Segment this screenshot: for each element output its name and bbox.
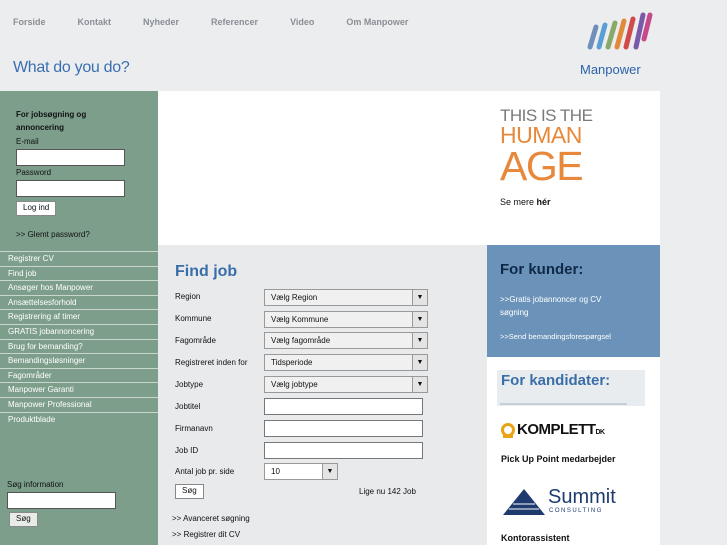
- side-menu-item[interactable]: Ansøger hos Manpower: [0, 280, 158, 295]
- chevron-down-icon: ▼: [412, 312, 427, 327]
- company-label: Firmanavn: [175, 424, 213, 433]
- nav-nyheder[interactable]: Nyheder: [143, 17, 179, 27]
- kommune-select[interactable]: Vælg Kommune ▼: [264, 311, 428, 328]
- chevron-down-icon: ▼: [412, 355, 427, 370]
- jobtype-value: Vælg jobtype: [271, 380, 318, 389]
- per-page-value: 10: [271, 467, 280, 476]
- chevron-down-icon: ▼: [412, 333, 427, 348]
- tagline: What do you do?: [13, 59, 130, 76]
- side-menu-item[interactable]: GRATIS jobannoncering: [0, 323, 158, 339]
- nav-referencer[interactable]: Referencer: [211, 17, 258, 27]
- chevron-down-icon: ▼: [412, 377, 427, 392]
- time-period-value: Tidsperiode: [271, 358, 313, 367]
- nav-video[interactable]: Video: [290, 17, 314, 27]
- per-page-label: Antal job pr. side: [175, 467, 235, 476]
- human-age-graphic[interactable]: THIS IS THE HUMAN AGE: [500, 107, 593, 189]
- advanced-search-link[interactable]: >> Avanceret søgning: [172, 514, 250, 523]
- company-input[interactable]: [264, 420, 423, 437]
- site-search-input[interactable]: [7, 492, 116, 509]
- summit-mountain-icon: [503, 489, 545, 515]
- free-job-ads-link[interactable]: >>Gratis jobannoncer og CV: [500, 295, 601, 304]
- top-navigation: Forside Kontakt Nyheder Referencer Video…: [13, 17, 440, 27]
- site-search-button[interactable]: Søg: [9, 512, 38, 527]
- find-job-title: Find job: [175, 263, 238, 280]
- job-count: Lige nu 142 Job: [359, 487, 416, 496]
- see-more-text: Se mere hér: [500, 197, 551, 207]
- login-heading-2: annoncering: [16, 123, 65, 132]
- side-menu-item[interactable]: Manpower Garanti: [0, 382, 158, 397]
- kommune-label: Kommune: [175, 314, 212, 323]
- region-label: Region: [175, 292, 201, 301]
- fagomraade-label: Fagområde: [175, 336, 216, 345]
- side-menu-item[interactable]: Registrer CV: [0, 251, 158, 266]
- region-select[interactable]: Vælg Region ▼: [264, 289, 428, 306]
- summit-name: Summit: [548, 486, 616, 508]
- site-search-label: Søg information: [7, 480, 64, 489]
- password-label: Password: [16, 168, 52, 177]
- kommune-value: Vælg Kommune: [271, 315, 329, 324]
- divider: [500, 403, 627, 405]
- find-job-search-button[interactable]: Søg: [175, 484, 204, 499]
- right-background-strip: [660, 0, 727, 545]
- see-more-link[interactable]: hér: [537, 197, 551, 207]
- side-menu: Registrer CV Find job Ansøger hos Manpow…: [0, 251, 158, 426]
- side-menu-item[interactable]: Produktblade: [0, 411, 158, 427]
- komplett-mark-icon: [501, 423, 515, 438]
- side-menu-item[interactable]: Find job: [0, 265, 158, 281]
- password-field[interactable]: [16, 180, 125, 197]
- side-menu-item[interactable]: Registrering af timer: [0, 309, 158, 324]
- side-menu-item[interactable]: Brug for bemanding?: [0, 338, 158, 354]
- chevron-down-icon: ▼: [322, 464, 337, 479]
- jobtitle-label: Jobtitel: [175, 402, 201, 411]
- summit-subtitle: CONSULTING: [549, 508, 603, 514]
- jobtitle-input[interactable]: [264, 398, 423, 415]
- jobtype-select[interactable]: Vælg jobtype ▼: [264, 376, 428, 393]
- registered-within-label: Registreret inden for: [175, 358, 248, 367]
- banner-line-3: AGE: [500, 143, 584, 189]
- jobid-label: Job ID: [175, 446, 199, 455]
- region-value: Vælg Region: [271, 293, 318, 302]
- staffing-request-link[interactable]: >>Send bemandingsforespørgsel: [500, 332, 611, 341]
- register-cv-link[interactable]: >> Registrer dit CV: [172, 530, 240, 539]
- per-page-select[interactable]: 10 ▼: [264, 463, 338, 480]
- time-period-select[interactable]: Tidsperiode ▼: [264, 354, 428, 371]
- nav-forside[interactable]: Forside: [13, 17, 46, 27]
- side-menu-item[interactable]: Fagområder: [0, 367, 158, 383]
- header: [0, 0, 660, 91]
- fagomraade-value: Vælg fagområde: [271, 336, 331, 345]
- side-menu-item[interactable]: Ansættelsesforhold: [0, 294, 158, 310]
- logo-text[interactable]: Manpower: [580, 62, 641, 77]
- jobtype-label: Jobtype: [175, 380, 204, 389]
- email-field[interactable]: [16, 149, 125, 166]
- login-button[interactable]: Log ind: [16, 201, 57, 216]
- fagomraade-select[interactable]: Vælg fagområde ▼: [264, 332, 428, 349]
- komplett-suffix: DK: [595, 429, 606, 436]
- login-heading: For jobsøgning og: [16, 110, 87, 119]
- forgot-password-link[interactable]: >> Glemt password?: [16, 230, 90, 239]
- side-menu-item[interactable]: Bemandingsløsninger: [0, 353, 158, 368]
- nav-kontakt[interactable]: Kontakt: [78, 17, 112, 27]
- free-job-ads-link-line2[interactable]: søgning: [500, 308, 528, 317]
- kontorassistent-caption[interactable]: Kontorassistent: [501, 533, 570, 543]
- for-kandidater-title: For kandidater:: [501, 372, 611, 389]
- chevron-down-icon: ▼: [412, 290, 427, 305]
- komplett-logo-text: KOMPLETTDK: [517, 421, 605, 438]
- email-label: E-mail: [16, 137, 39, 146]
- jobid-input[interactable]: [264, 442, 423, 459]
- side-menu-item[interactable]: Manpower Professional: [0, 396, 158, 412]
- for-kunder-title: For kunder:: [500, 261, 584, 278]
- nav-om-manpower[interactable]: Om Manpower: [346, 17, 408, 27]
- komplett-name: KOMPLETT: [517, 421, 596, 438]
- see-more-prefix: Se mere: [500, 197, 537, 207]
- pickup-point-caption[interactable]: Pick Up Point medarbejder: [501, 454, 616, 464]
- sidebar: For jobsøgning og annoncering E-mail Pas…: [0, 91, 158, 545]
